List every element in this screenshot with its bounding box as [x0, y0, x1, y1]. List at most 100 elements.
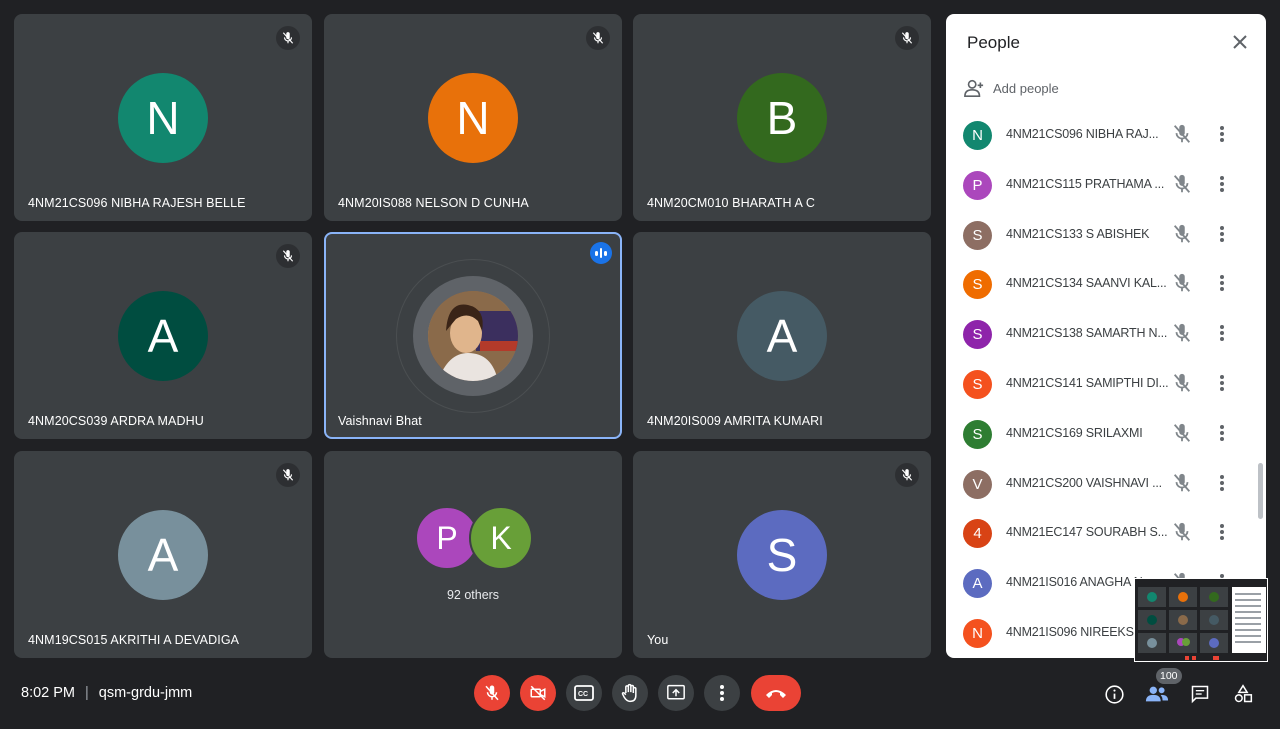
- participant-tile[interactable]: A 4NM20IS009 AMRITA KUMARI: [633, 232, 931, 439]
- participant-name: 4NM21CS133 S ABISHEK: [1006, 226, 1150, 241]
- mic-off-icon[interactable]: [1171, 322, 1193, 344]
- mic-off-icon: [586, 26, 610, 50]
- profile-photo: [428, 291, 518, 381]
- participant-name: 4NM21CS169 SRILAXMI: [1006, 425, 1143, 440]
- scrollbar[interactable]: [1258, 463, 1263, 519]
- participant-row[interactable]: N 4NM21CS096 NIBHA RAJ...: [946, 110, 1256, 160]
- add-people-button[interactable]: Add people: [963, 78, 1059, 98]
- meeting-info: 8:02 PM | qsm-grdu-jmm: [21, 685, 192, 701]
- participant-tile[interactable]: A 4NM20CS039 ARDRA MADHU: [14, 232, 312, 439]
- avatar: N: [963, 619, 992, 648]
- chat-icon: [1191, 685, 1209, 704]
- mic-off-icon: [895, 26, 919, 50]
- participant-name: 4NM20CS039 ARDRA MADHU: [28, 414, 204, 428]
- more-vert-icon[interactable]: [1212, 272, 1232, 294]
- avatar: K: [469, 506, 533, 570]
- more-vert-icon[interactable]: [1212, 223, 1232, 245]
- avatar: S: [963, 270, 992, 300]
- avatar: A: [737, 291, 827, 381]
- mic-off-icon[interactable]: [1171, 223, 1193, 245]
- participant-tile-speaking[interactable]: Vaishnavi Bhat: [324, 232, 622, 439]
- avatar: 4: [963, 519, 992, 549]
- participant-name: 4NM21EC147 SOURABH S...: [1006, 525, 1168, 540]
- leave-call-button[interactable]: [751, 675, 801, 711]
- microphone-toggle-button[interactable]: [474, 675, 510, 711]
- avatar: V: [963, 469, 992, 499]
- svg-text:CC: CC: [578, 691, 588, 698]
- avatar: P: [963, 170, 992, 200]
- panel-title: People: [967, 33, 1020, 52]
- participant-name: 4NM20IS009 AMRITA KUMARI: [647, 414, 823, 428]
- screen-share-thumbnail[interactable]: [1134, 578, 1268, 662]
- mic-off-icon: [276, 26, 300, 50]
- present-icon: [667, 684, 685, 700]
- more-vert-icon[interactable]: [1212, 322, 1232, 344]
- mic-off-icon: [276, 463, 300, 487]
- more-vert-icon[interactable]: [1212, 372, 1232, 394]
- participant-name: 4NM21CS141 SAMIPTHI DI...: [1006, 376, 1169, 390]
- mic-off-icon: [276, 244, 300, 268]
- participant-name: 4NM21IS016 ANAGHA N...: [1006, 575, 1153, 590]
- avatar: N: [963, 121, 992, 150]
- avatar: B: [737, 73, 827, 163]
- participant-tile[interactable]: B 4NM20CM010 BHARATH A C: [633, 14, 931, 221]
- participant-name: You: [647, 633, 669, 647]
- more-vert-icon[interactable]: [1212, 521, 1232, 543]
- more-vert-icon[interactable]: [1212, 123, 1232, 145]
- camera-toggle-button[interactable]: [520, 675, 556, 711]
- more-options-button[interactable]: [704, 675, 740, 711]
- mic-off-icon[interactable]: [1171, 372, 1193, 394]
- mic-off-icon[interactable]: [1171, 472, 1193, 494]
- mic-off-icon[interactable]: [1171, 173, 1193, 195]
- participant-name: 4NM19CS015 AKRITHI A DEVADIGA: [28, 633, 240, 647]
- participant-tile[interactable]: A 4NM19CS015 AKRITHI A DEVADIGA: [14, 451, 312, 658]
- participant-row[interactable]: S 4NM21CS133 S ABISHEK: [946, 210, 1256, 260]
- others-count: 92 others: [446, 588, 500, 602]
- add-person-icon: [964, 79, 984, 97]
- avatar: S: [963, 220, 992, 250]
- participant-row[interactable]: V 4NM21CS200 VAISHNAVI ...: [946, 459, 1256, 509]
- more-vert-icon[interactable]: [1212, 472, 1232, 494]
- mic-off-icon[interactable]: [1171, 123, 1193, 145]
- close-icon[interactable]: [1228, 30, 1252, 54]
- mic-off-icon[interactable]: [1171, 521, 1193, 543]
- activities-button[interactable]: [1231, 682, 1255, 706]
- self-tile[interactable]: S You: [633, 451, 931, 658]
- more-vert-icon[interactable]: [1212, 173, 1232, 195]
- participant-row[interactable]: P 4NM21CS115 PRATHAMA ...: [946, 160, 1256, 210]
- participant-row[interactable]: S 4NM21CS134 SAANVI KAL...: [946, 259, 1256, 309]
- avatar: A: [118, 510, 208, 600]
- raise-hand-button[interactable]: [612, 675, 648, 711]
- avatar: S: [737, 510, 827, 600]
- meeting-details-button[interactable]: [1102, 682, 1126, 706]
- add-people-label: Add people: [993, 80, 1059, 96]
- chat-button[interactable]: [1188, 682, 1212, 706]
- participant-row[interactable]: 4 4NM21EC147 SOURABH S...: [946, 508, 1256, 558]
- separator: |: [85, 685, 89, 701]
- participant-name: 4NM21CS115 PRATHAMA ...: [1006, 176, 1165, 191]
- speaking-indicator-icon: [590, 242, 612, 264]
- present-screen-button[interactable]: [658, 675, 694, 711]
- more-vert-icon[interactable]: [1212, 422, 1232, 444]
- participant-row[interactable]: S 4NM21CS169 SRILAXMI: [946, 409, 1256, 459]
- people-icon: [1145, 686, 1169, 702]
- mic-off-icon[interactable]: [1171, 272, 1193, 294]
- clock: 8:02 PM: [21, 685, 75, 701]
- participant-name: 4NM21CS200 VAISHNAVI ...: [1006, 475, 1162, 490]
- avatar: S: [963, 370, 992, 399]
- participant-name: 4NM21CS138 SAMARTH N...: [1006, 326, 1168, 341]
- mic-off-icon: [895, 463, 919, 487]
- mic-off-icon[interactable]: [1171, 422, 1193, 444]
- participant-name: 4NM21CS134 SAANVI KAL...: [1006, 276, 1167, 291]
- others-tile[interactable]: P K 92 others: [324, 451, 622, 658]
- participant-tile[interactable]: N 4NM20IS088 NELSON D CUNHA: [324, 14, 622, 221]
- people-panel: People Add people N 4NM21CS096 NIBHA RAJ.…: [946, 14, 1266, 658]
- people-button[interactable]: [1145, 682, 1169, 706]
- participant-tile[interactable]: N 4NM21CS096 NIBHA RAJESH BELLE: [14, 14, 312, 221]
- avatar: A: [118, 291, 208, 381]
- more-vert-icon: [720, 685, 724, 701]
- participant-row[interactable]: S 4NM21CS138 SAMARTH N...: [946, 309, 1256, 359]
- activities-icon: [1234, 684, 1253, 703]
- participant-row[interactable]: S 4NM21CS141 SAMIPTHI DI...: [946, 359, 1256, 409]
- captions-button[interactable]: CC: [566, 675, 602, 711]
